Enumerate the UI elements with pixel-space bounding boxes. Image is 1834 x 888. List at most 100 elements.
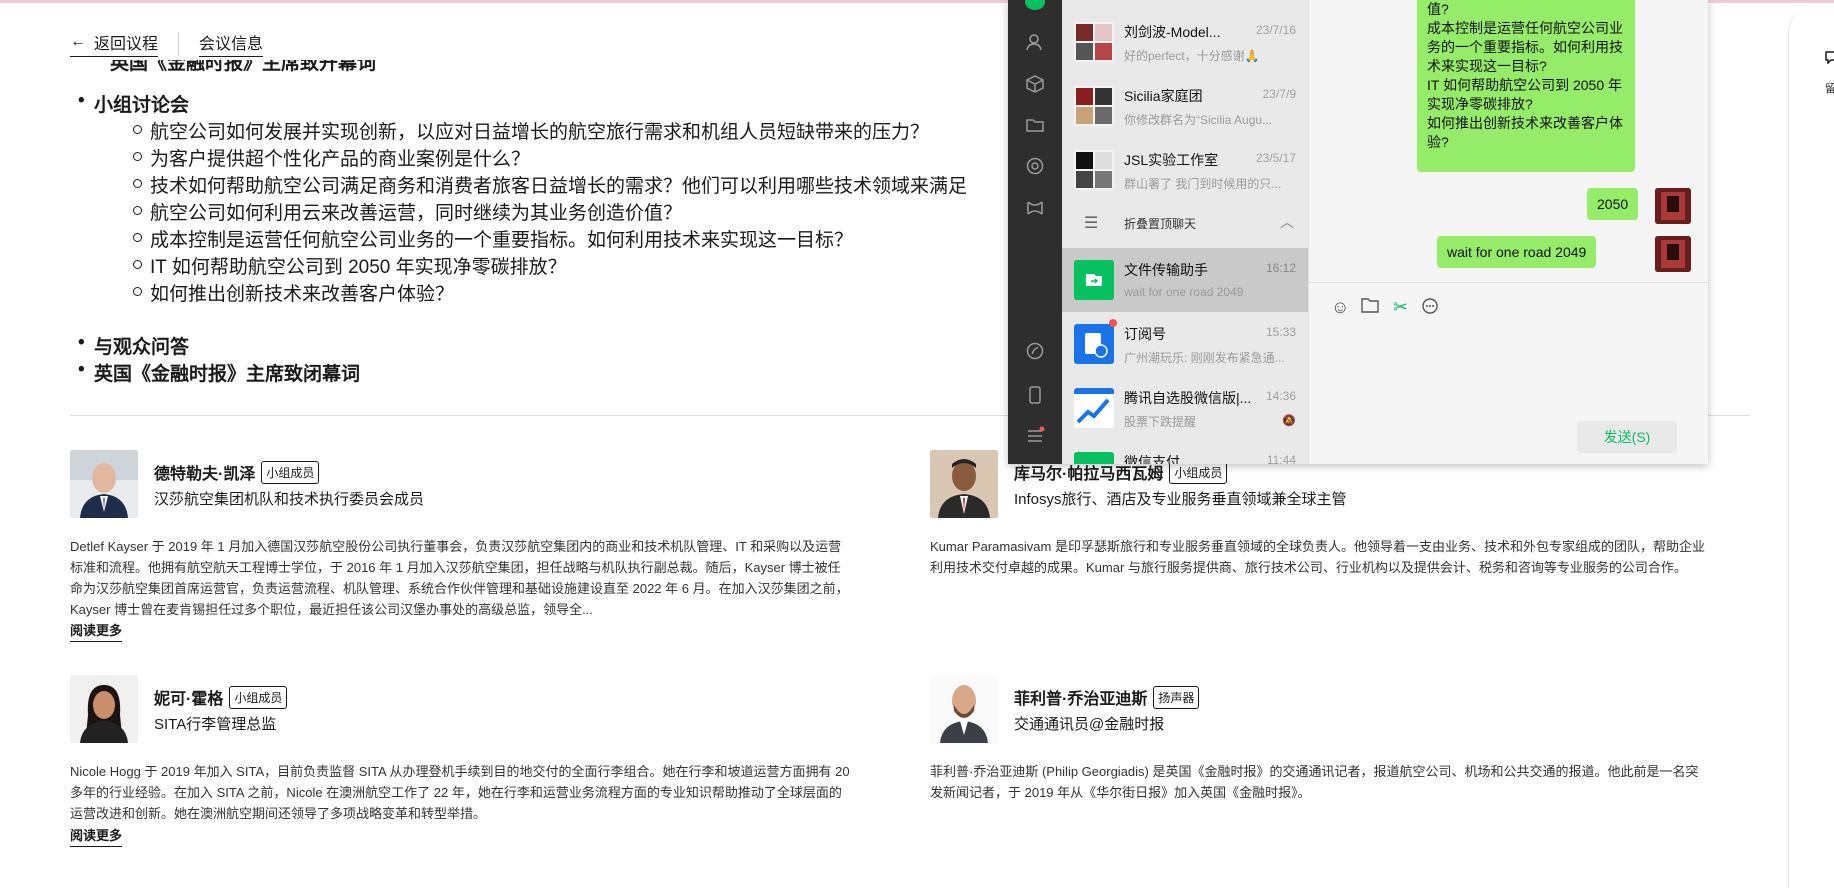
chat-tab-icon[interactable] — [1025, 0, 1045, 10]
chat-time: 11:44 — [1266, 453, 1296, 464]
chat-name: Sicilia家庭团 — [1124, 88, 1203, 104]
wechat-window: 刘剑波-Model... 23/7/16 好的perfect，十分感谢🙏 Sic… — [1008, 0, 1708, 464]
right-side-panel[interactable]: 留 — [1788, 10, 1834, 888]
chat-history-icon[interactable] — [1421, 297, 1439, 320]
speaker-bio: 菲利普·乔治亚迪斯 (Philip Georgiadis) 是英国《金融时报》的… — [930, 764, 1699, 800]
chat-item[interactable]: 刘剑波-Model... 23/7/16 好的perfect，十分感谢🙏 — [1062, 10, 1308, 74]
role-badge: 小组成员 — [229, 685, 288, 709]
chat-name: 刘剑波-Model... — [1124, 24, 1221, 40]
speaker-name: 菲利普·乔治亚迪斯 扬声器 — [1014, 685, 1200, 709]
chat-bubble-icon[interactable] — [1825, 50, 1834, 69]
folder-icon[interactable] — [1024, 115, 1046, 137]
group-avatar — [1074, 150, 1114, 190]
speaker-card: 库马尔·帕拉马西瓦姆 小组成员 Infosys旅行、酒店及专业服务垂直领域兼全球… — [930, 450, 1710, 600]
chat-item[interactable]: 腾讯自选股微信版|... 14:36 股票下跌提醒 🔕 — [1062, 376, 1308, 440]
back-to-agenda-link[interactable]: ← 返回议程 — [70, 30, 159, 57]
chat-name: 文件传输助手 — [1124, 262, 1208, 278]
chat-item[interactable]: Sicilia家庭团 23/7/9 你修改群名为“Sicilia Augu... — [1062, 74, 1308, 138]
chat-time: 14:36 — [1265, 389, 1296, 403]
agenda-item-panel: 小组讨论会 — [78, 90, 189, 117]
speaker-card: 妮可·霍格 小组成员 SITA行李管理总监 Nicole Hogg 于 2019… — [70, 675, 850, 855]
arrow-left-icon: ← — [70, 33, 86, 50]
chat-preview: 股票下跌提醒 — [1124, 415, 1197, 429]
phone-icon[interactable] — [1024, 385, 1046, 407]
chat-window: 值? 成本控制是运营任何航空公司业务的一个重要指标。如何利用技术来实现这一目标?… — [1308, 0, 1708, 464]
speaker-name: 德特勒夫·凯泽 小组成员 — [154, 460, 320, 484]
message-bubble[interactable]: wait for one road 2049 — [1437, 236, 1597, 268]
agenda-question: 为客户提供超个性化产品的商业案例是什么？ — [132, 144, 530, 171]
folded-pinned-chats[interactable]: ☰ 折叠置顶聊天 ︿ — [1062, 198, 1308, 248]
read-more-link[interactable]: 阅读更多 — [70, 620, 123, 642]
moments-icon[interactable] — [1024, 156, 1046, 178]
message-bubble[interactable]: 值? 成本控制是运营任何航空公司业务的一个重要指标。如何利用技术来实现这一目标?… — [1417, 0, 1635, 172]
unread-dot — [1109, 319, 1117, 327]
chat-item[interactable]: JSL实验工作室 23/5/17 群山署了 我门到时候用的只... — [1062, 138, 1308, 202]
emoji-icon[interactable]: ☺ — [1331, 297, 1349, 318]
wechat-pay-icon — [1074, 452, 1114, 464]
speaker-photo — [930, 675, 998, 743]
read-more-link[interactable]: 阅读更多 — [70, 825, 123, 847]
wechat-sidebar — [1008, 0, 1062, 464]
chat-time: 23/5/17 — [1255, 151, 1296, 165]
agenda-question: 航空公司如何发展并实现创新，以应对日益增长的航空旅行需求和机组人员短缺带来的压力… — [132, 117, 929, 144]
mute-icon: 🔕 — [1282, 415, 1296, 427]
group-avatar — [1074, 22, 1114, 62]
role-badge: 小组成员 — [261, 460, 320, 484]
speaker-role: SITA行李管理总监 — [154, 716, 277, 733]
speaker-bio: Nicole Hogg 于 2019 年加入 SITA，目前负责监督 SITA … — [70, 764, 850, 821]
screenshot-icon[interactable]: ✂ — [1393, 297, 1408, 318]
agenda-item-opening: 英国《金融时报》主席致开幕词 — [110, 60, 377, 74]
speaker-role: Infosys旅行、酒店及专业服务垂直领域兼全球主管 — [1014, 491, 1347, 508]
chat-time: 23/7/16 — [1255, 23, 1296, 37]
agenda-list: 英国《金融时报》主席致开幕词 小组讨论会 航空公司如何发展并实现创新，以应对日益… — [70, 60, 1010, 390]
contacts-icon[interactable] — [1024, 32, 1046, 54]
top-nav: ← 返回议程 会议信息 — [70, 30, 264, 57]
subscription-icon — [1074, 324, 1114, 364]
chat-preview: 广州潮玩乐: 刚刚发布紧急通... — [1124, 351, 1285, 365]
speaker-bio: Kumar Paramasivam 是印孚瑟斯旅行和专业服务垂直领域的全球负责人… — [930, 539, 1705, 575]
speaker-card: 菲利普·乔治亚迪斯 扬声器 交通通讯员@金融时报 菲利普·乔治亚迪斯 (Phil… — [930, 675, 1710, 815]
chat-preview: wait for one road 2049 — [1124, 285, 1244, 299]
agenda-question: 技术如何帮助航空公司满足商务和消费者旅客日益增长的需求？他们可以利用哪些技术领域… — [132, 171, 967, 198]
agenda-item-closing: 英国《金融时报》主席致闭幕词 — [78, 359, 360, 386]
channels-icon[interactable] — [1024, 198, 1046, 220]
mini-program-icon[interactable] — [1024, 341, 1046, 363]
speaker-photo — [930, 450, 998, 518]
speaker-photo — [70, 450, 138, 518]
file-icon[interactable] — [1361, 297, 1379, 318]
chat-time: 23/7/9 — [1262, 87, 1296, 101]
message-input-area[interactable]: ☺ ✂ 发送(S) — [1309, 282, 1708, 464]
meeting-info-link[interactable]: 会议信息 — [199, 30, 264, 57]
chat-item[interactable]: 订阅号 15:33 广州潮玩乐: 刚刚发布紧急通... — [1062, 312, 1308, 376]
agenda-item-qa: 与观众问答 — [78, 332, 189, 359]
group-avatar — [1074, 86, 1114, 126]
agenda-question: 航空公司如何利用云来改善运营，同时继续为其业务创造价值？ — [132, 198, 682, 225]
agenda-question: IT 如何帮助航空公司到 2050 年实现净零碳排放？ — [133, 252, 567, 279]
chat-list: 刘剑波-Model... 23/7/16 好的perfect，十分感谢🙏 Sic… — [1062, 0, 1308, 464]
chat-name: 微信支付 — [1124, 454, 1180, 464]
agenda-question: 如何推出创新技术来改善客户体验？ — [132, 279, 454, 306]
chat-name: 腾讯自选股微信版|... — [1124, 390, 1252, 406]
back-label: 返回议程 — [94, 36, 159, 53]
list-icon: ☰ — [1084, 215, 1099, 232]
my-avatar[interactable] — [1655, 236, 1691, 272]
nav-separator — [178, 31, 180, 56]
speaker-bio: Detlef Kayser 于 2019 年 1 月加入德国汉莎航空股份公司执行… — [70, 539, 849, 617]
menu-icon[interactable] — [1024, 426, 1046, 448]
chat-preview: 群山署了 我门到时候用的只... — [1124, 177, 1282, 191]
send-button[interactable]: 发送(S) — [1577, 421, 1677, 453]
role-badge: 扬声器 — [1153, 685, 1200, 709]
chat-item[interactable]: 微信支付 11:44 — [1062, 440, 1308, 464]
stock-app-icon — [1074, 388, 1114, 428]
agenda-question: 成本控制是运营任何航空公司业务的一个重要指标。如何利用技术来实现这一目标？ — [132, 225, 853, 252]
chevron-up-icon[interactable]: ︿ — [1280, 212, 1294, 232]
message-bubble[interactable]: 2050 — [1587, 188, 1639, 220]
favorites-icon[interactable] — [1024, 74, 1046, 96]
chat-item-selected[interactable]: 文件传输助手 16:12 wait for one road 2049 — [1062, 248, 1308, 312]
speaker-card: 德特勒夫·凯泽 小组成员 汉莎航空集团机队和技术执行委员会成员 Detlef K… — [70, 450, 850, 642]
my-avatar[interactable] — [1655, 188, 1691, 224]
speaker-name-text: 德特勒夫·凯泽 — [154, 466, 256, 483]
speaker-name-text: 妮可·霍格 — [154, 691, 224, 708]
speaker-role: 汉莎航空集团机队和技术执行委员会成员 — [154, 491, 425, 508]
chat-name: 订阅号 — [1124, 326, 1166, 342]
